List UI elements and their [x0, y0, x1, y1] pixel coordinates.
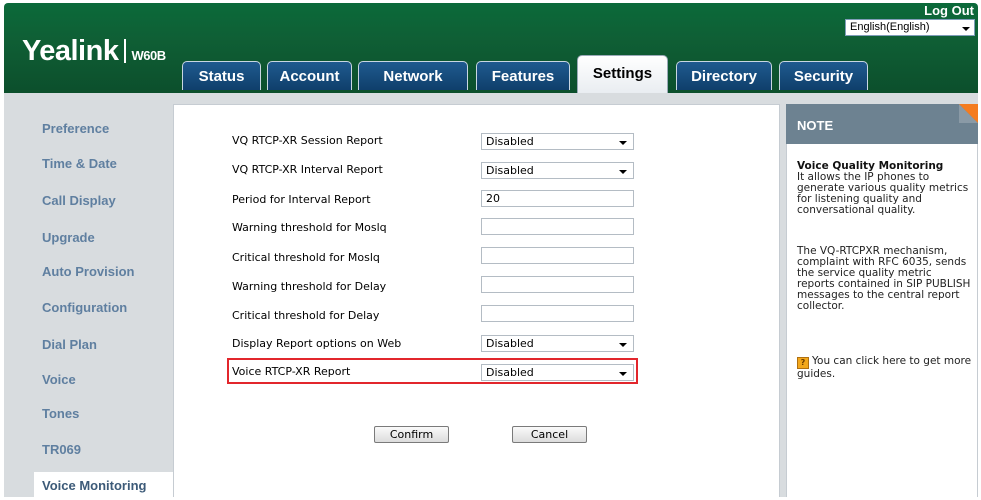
- vq-interval-report-select[interactable]: Disabled: [481, 162, 634, 179]
- tab-status[interactable]: Status: [182, 61, 261, 90]
- select-value: Disabled: [486, 164, 534, 177]
- logo-separator: [124, 39, 127, 63]
- page-fold-corner: [959, 104, 978, 123]
- select-value: Disabled: [486, 366, 534, 379]
- model-name: W60B: [131, 48, 166, 63]
- chevron-down-icon: [619, 170, 627, 174]
- label-voice-rtcp-xr-report: Voice RTCP-XR Report: [232, 365, 351, 378]
- tab-account[interactable]: Account: [267, 61, 352, 90]
- sidebar-item-auto-provision[interactable]: Auto Provision: [42, 264, 134, 279]
- period-interval-report-input[interactable]: 20: [481, 190, 634, 207]
- vq-session-report-select[interactable]: Disabled: [481, 133, 634, 150]
- chevron-down-icon: [619, 343, 627, 347]
- logout-link[interactable]: Log Out: [924, 3, 974, 18]
- label-period-interval-report: Period for Interval Report: [232, 193, 371, 206]
- sidebar-item-upgrade[interactable]: Upgrade: [42, 230, 95, 245]
- label-warning-delay: Warning threshold for Delay: [232, 280, 387, 293]
- language-select[interactable]: English(English): [845, 19, 975, 36]
- critical-delay-input[interactable]: [481, 305, 634, 322]
- tab-settings[interactable]: Settings: [577, 55, 668, 93]
- display-report-options-select[interactable]: Disabled: [481, 335, 634, 352]
- sidebar-item-configuration[interactable]: Configuration: [42, 300, 127, 315]
- language-value: English(English): [850, 21, 930, 33]
- sidebar: [4, 93, 173, 497]
- tab-security[interactable]: Security: [779, 61, 868, 90]
- brand-name: Yealink: [22, 35, 119, 67]
- sidebar-item-voice[interactable]: Voice: [42, 372, 76, 387]
- chevron-down-icon: [619, 372, 627, 376]
- sidebar-item-preference[interactable]: Preference: [42, 121, 109, 136]
- label-critical-moslq: Critical threshold for Moslq: [232, 251, 380, 264]
- label-warning-moslq: Warning threshold for Moslq: [232, 221, 387, 234]
- sidebar-item-call-display[interactable]: Call Display: [42, 193, 116, 208]
- label-display-report-options: Display Report options on Web: [232, 337, 402, 350]
- chevron-down-icon: [619, 141, 627, 145]
- note-guide-text[interactable]: You can click here to get more guides.: [797, 355, 971, 380]
- note-title: NOTE: [797, 118, 834, 133]
- confirm-button[interactable]: Confirm: [374, 426, 449, 443]
- label-vq-session-report: VQ RTCP-XR Session Report: [232, 134, 383, 147]
- select-value: Disabled: [486, 337, 534, 350]
- tab-network[interactable]: Network: [358, 61, 468, 90]
- tab-directory[interactable]: Directory: [676, 61, 772, 90]
- note-paragraph-1: It allows the IP phones to generate vari…: [797, 171, 969, 216]
- warning-delay-input[interactable]: [481, 276, 634, 293]
- note-guide-link[interactable]: ? You can click here to get more guides.: [797, 356, 972, 380]
- chevron-down-icon: [962, 27, 970, 31]
- critical-moslq-input[interactable]: [481, 247, 634, 264]
- sidebar-item-dial-plan[interactable]: Dial Plan: [42, 337, 97, 352]
- select-value: Disabled: [486, 135, 534, 148]
- note-body-1: Voice Quality Monitoring It allows the I…: [797, 161, 972, 216]
- app-window: Yealink W60B Log Out English(English) Sta…: [0, 0, 981, 500]
- sidebar-item-voice-monitoring[interactable]: Voice Monitoring: [34, 472, 173, 500]
- sidebar-item-tr069[interactable]: TR069: [42, 442, 81, 457]
- note-paragraph-2: The VQ-RTCPXR mechanism, complaint with …: [797, 245, 971, 312]
- sidebar-item-time-date[interactable]: Time & Date: [42, 156, 117, 171]
- voice-rtcp-xr-report-select[interactable]: Disabled: [481, 364, 634, 381]
- label-vq-interval-report: VQ RTCP-XR Interval Report: [232, 163, 383, 176]
- sidebar-item-tones[interactable]: Tones: [42, 406, 79, 421]
- cancel-button[interactable]: Cancel: [512, 426, 587, 443]
- brand-logo: Yealink W60B: [22, 35, 166, 68]
- tab-features[interactable]: Features: [476, 61, 570, 90]
- label-critical-delay: Critical threshold for Delay: [232, 309, 380, 322]
- warning-moslq-input[interactable]: [481, 218, 634, 235]
